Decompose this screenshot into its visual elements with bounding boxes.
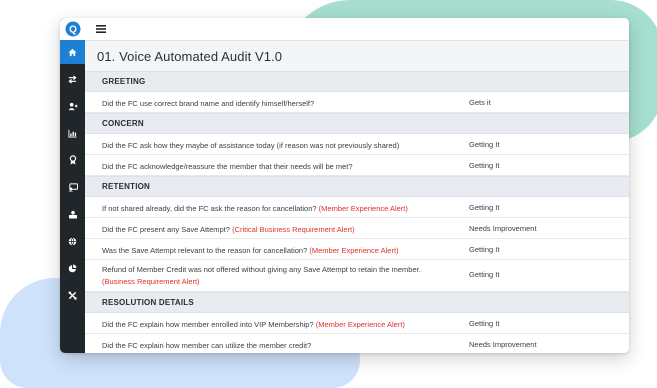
table-row[interactable]: Did the FC explain how member can utiliz… — [85, 334, 629, 353]
alert-label: (Business Requirement Alert) — [102, 277, 200, 286]
sidebar: Q — [60, 18, 85, 353]
question-cell: Did the FC explain how member enrolled i… — [102, 319, 447, 331]
tools-icon — [68, 291, 77, 300]
sidebar-item-home[interactable] — [60, 40, 85, 64]
table-row[interactable]: If not shared already, did the FC ask th… — [85, 197, 629, 218]
users-icon — [68, 102, 77, 110]
answer-cell[interactable]: Getting It — [469, 140, 499, 149]
question-text: Did the FC present any Save Attempt? — [102, 225, 230, 234]
sidebar-item-tools[interactable] — [60, 283, 85, 307]
section-header: RETENTION — [85, 176, 629, 197]
section-header: CONCERN — [85, 113, 629, 134]
answer-cell[interactable]: Gets it — [469, 98, 491, 107]
sidebar-item-global[interactable] — [60, 229, 85, 253]
alert-label: (Member Experience Alert) — [318, 204, 408, 213]
page-header: 01. Voice Automated Audit V1.0 — [85, 41, 629, 71]
question-text: If not shared already, did the FC ask th… — [102, 204, 317, 213]
user-card-icon — [68, 210, 77, 219]
sidebar-item-users[interactable] — [60, 94, 85, 118]
table-row[interactable]: Did the FC acknowledge/reassure the memb… — [85, 155, 629, 176]
table-row[interactable]: Did the FC present any Save Attempt? (Cr… — [85, 218, 629, 239]
logo-icon: Q — [65, 21, 80, 37]
question-cell: Did the FC present any Save Attempt? (Cr… — [102, 224, 447, 236]
app-logo[interactable]: Q — [60, 18, 85, 41]
table-row[interactable]: Refund of Member Credit was not offered … — [85, 260, 629, 292]
question-text: Was the Save Attempt relevant to the rea… — [102, 246, 308, 255]
alert-label: (Critical Business Requirement Alert) — [232, 225, 355, 234]
answer-cell[interactable]: Getting It — [469, 270, 499, 279]
question-cell: Refund of Member Credit was not offered … — [102, 264, 447, 288]
answer-cell[interactable]: Needs Improvement — [469, 340, 537, 349]
question-cell: Did the FC explain how member can utiliz… — [102, 340, 447, 352]
table-row[interactable]: Was the Save Attempt relevant to the rea… — [85, 239, 629, 260]
question-text: Did the FC explain how member can utiliz… — [102, 341, 312, 350]
question-cell: Did the FC use correct brand name and id… — [102, 98, 447, 110]
answer-cell[interactable]: Getting It — [469, 245, 499, 254]
bar-chart-icon — [68, 129, 77, 138]
answer-cell[interactable]: Getting It — [469, 319, 499, 328]
audit-table: GREETING Did the FC use correct brand nam… — [85, 71, 629, 353]
question-text: Did the FC ask how they maybe of assista… — [102, 141, 400, 150]
answer-cell[interactable]: Needs Improvement — [469, 224, 537, 233]
sidebar-item-analytics[interactable] — [60, 256, 85, 280]
page-title: 01. Voice Automated Audit V1.0 — [97, 49, 283, 64]
sidebar-item-transfer[interactable] — [60, 67, 85, 91]
section-header: GREETING — [85, 71, 629, 92]
table-row[interactable]: Did the FC explain how member enrolled i… — [85, 313, 629, 334]
top-bar — [85, 18, 629, 41]
pie-chart-icon — [68, 263, 77, 272]
globe-icon — [68, 237, 77, 245]
sidebar-item-profile[interactable] — [60, 202, 85, 226]
answer-cell[interactable]: Getting It — [469, 203, 499, 212]
award-icon — [69, 155, 76, 165]
sidebar-item-awards[interactable] — [60, 148, 85, 172]
home-icon — [68, 48, 77, 56]
sidebar-item-reports[interactable] — [60, 121, 85, 145]
alert-label: (Member Experience Alert) — [315, 320, 405, 329]
question-text: Refund of Member Credit was not offered … — [102, 265, 421, 274]
answer-cell[interactable]: Getting It — [469, 161, 499, 170]
transfer-icon — [68, 74, 77, 84]
svg-text:Q: Q — [69, 25, 77, 36]
question-cell: If not shared already, did the FC ask th… — [102, 203, 447, 215]
question-text: Did the FC acknowledge/reassure the memb… — [102, 162, 353, 171]
question-cell: Did the FC acknowledge/reassure the memb… — [102, 161, 447, 173]
hamburger-menu-icon[interactable] — [96, 24, 106, 34]
table-row[interactable]: Did the FC use correct brand name and id… — [85, 92, 629, 113]
section-header: RESOLUTION DETAILS — [85, 292, 629, 313]
question-text: Did the FC use correct brand name and id… — [102, 99, 315, 108]
question-text: Did the FC explain how member enrolled i… — [102, 320, 314, 329]
sidebar-item-chat[interactable] — [60, 175, 85, 199]
question-cell: Did the FC ask how they maybe of assista… — [102, 140, 447, 152]
app-window: Q 01. Voice Automated Audit V1.0 GREETIN… — [60, 18, 629, 353]
question-cell: Was the Save Attempt relevant to the rea… — [102, 245, 447, 257]
chat-icon — [68, 182, 78, 192]
table-row[interactable]: Did the FC ask how they maybe of assista… — [85, 134, 629, 155]
alert-label: (Member Experience Alert) — [309, 246, 399, 255]
